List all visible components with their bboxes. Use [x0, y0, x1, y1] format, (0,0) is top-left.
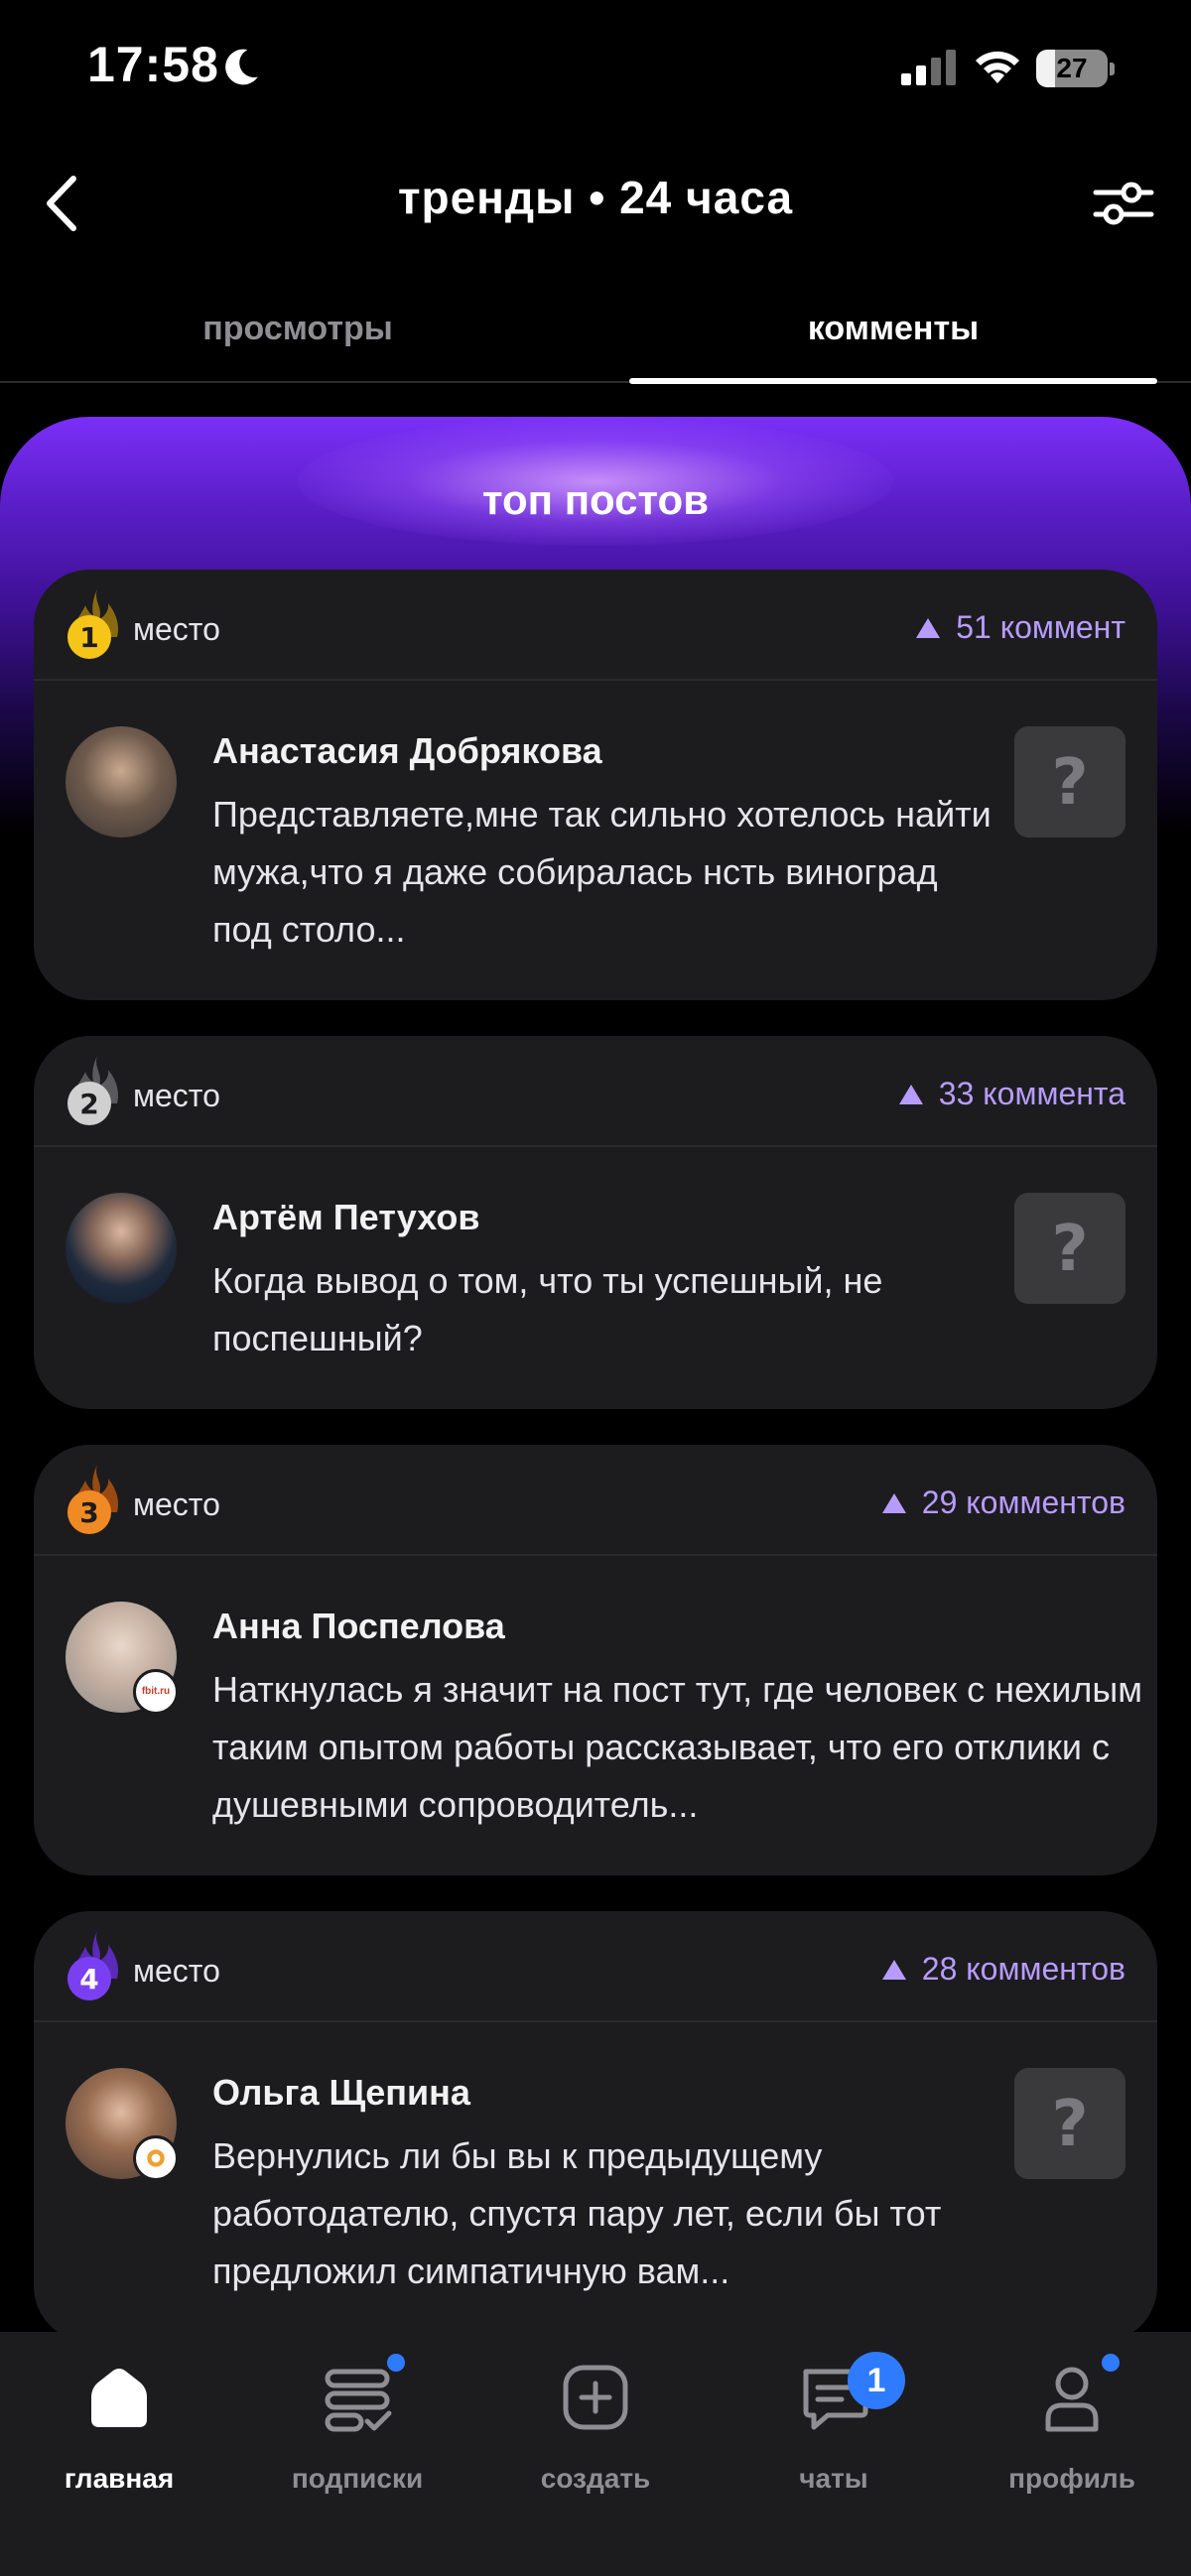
- post-card[interactable]: 1 место 51 коммент Анастасия Добрякова П…: [34, 570, 1157, 1000]
- place-label: место: [133, 1486, 220, 1522]
- svg-text:?: ?: [1051, 2088, 1088, 2161]
- svg-text:2: 2: [79, 1088, 98, 1120]
- question-mark-icon: ?: [1014, 726, 1125, 837]
- avatar[interactable]: [66, 2068, 179, 2181]
- status-time: 17:58: [87, 37, 219, 92]
- subscriptions-icon: [325, 2369, 392, 2432]
- nav-profile[interactable]: профиль: [953, 2354, 1191, 2516]
- author-name[interactable]: Анастасия Добрякова: [212, 730, 602, 772]
- author-name[interactable]: Артём Петухов: [212, 1197, 479, 1238]
- cellular-signal-icon: [901, 50, 956, 85]
- nav-label: создать: [540, 2463, 651, 2494]
- question-mark-icon: ?: [1014, 2068, 1125, 2179]
- status-bar: 17:58 27: [0, 0, 1191, 139]
- comment-count: 51 коммент: [916, 609, 1125, 646]
- nav-home[interactable]: главная: [0, 2358, 238, 2516]
- svg-text:?: ?: [1051, 1213, 1088, 1286]
- nav-subscriptions[interactable]: подписки: [238, 2354, 476, 2516]
- up-triangle-icon: [881, 1492, 906, 1513]
- avatar[interactable]: [66, 1193, 177, 1304]
- rank-4-flame-icon: 4: [67, 1931, 119, 2000]
- tab-comments[interactable]: комменты: [596, 310, 1191, 348]
- tab-views[interactable]: просмотры: [0, 310, 596, 348]
- profile-icon: [1045, 2367, 1099, 2432]
- rank-2-flame-icon: 2: [67, 1056, 119, 1125]
- active-tab-indicator: [629, 378, 1157, 384]
- avatar-badge-icon: [133, 2135, 179, 2181]
- post-card[interactable]: 4 место 28 комментов Ольга Щепина Вернул…: [34, 1911, 1157, 2342]
- question-mark-icon: ?: [1014, 1193, 1125, 1304]
- nav-label: чаты: [799, 2463, 868, 2494]
- post-card[interactable]: 2 место 33 коммента Артём Петухов Когда …: [34, 1036, 1157, 1409]
- wifi-icon: [976, 51, 1019, 83]
- notification-dot: [1102, 2354, 1120, 2372]
- post-text: Наткнулась я значит на пост тут, где чел…: [212, 1669, 1143, 1825]
- avatar[interactable]: fbit.ru: [66, 1602, 179, 1715]
- page-title: тренды • 24 часа: [397, 172, 794, 223]
- rank-3-flame-icon: 3: [67, 1465, 119, 1534]
- place-label: место: [133, 1953, 220, 1989]
- post-text: Вернулись ли бы вы к предыдущему работод…: [212, 2135, 942, 2291]
- nav-chats[interactable]: 1 чаты: [715, 2352, 953, 2516]
- svg-text:3: 3: [79, 1496, 98, 1529]
- comment-count: 28 комментов: [881, 1951, 1125, 1988]
- place-label: место: [133, 1078, 220, 1113]
- nav-label: профиль: [1008, 2463, 1135, 2494]
- post-card[interactable]: 3 место 29 комментов fbit.ru Анна Поспел…: [34, 1445, 1157, 1875]
- rank-1-flame-icon: 1: [67, 589, 119, 659]
- nav-label: подписки: [291, 2463, 424, 2494]
- panel-title: топ постов: [481, 476, 710, 523]
- comment-count: 29 комментов: [881, 1484, 1125, 1521]
- avatar-badge: fbit.ru: [133, 1669, 179, 1715]
- tab-bar: просмотры комменты: [0, 298, 1191, 384]
- up-triangle-icon: [898, 1084, 923, 1104]
- avatar[interactable]: [66, 726, 177, 837]
- battery-icon: 27: [1036, 50, 1115, 87]
- battery-level: 27: [1056, 53, 1088, 83]
- author-name[interactable]: Анна Поспелова: [212, 1606, 505, 1647]
- place-label: место: [133, 611, 220, 647]
- post-text: Когда вывод о том, что ты успешный, не п…: [212, 1260, 883, 1358]
- plus-square-icon: [563, 2365, 628, 2430]
- home-icon: [91, 2369, 147, 2427]
- nav-create[interactable]: создать: [476, 2358, 715, 2516]
- svg-text:4: 4: [79, 1963, 98, 1996]
- svg-text:?: ?: [1051, 746, 1088, 820]
- unread-badge: 1: [848, 2352, 905, 2409]
- author-name[interactable]: Ольга Щепина: [212, 2072, 470, 2114]
- notification-dot: [387, 2354, 405, 2372]
- up-triangle-icon: [916, 617, 941, 638]
- nav-label: главная: [64, 2463, 175, 2494]
- post-text: Представляете,мне так сильно хотелось на…: [212, 794, 992, 950]
- comment-count: 33 коммента: [898, 1076, 1125, 1112]
- moon-icon: [225, 49, 258, 85]
- filter-settings-icon[interactable]: [1092, 175, 1155, 230]
- svg-text:1: 1: [79, 621, 98, 654]
- bottom-navigation: главная подписки создать 1 чаты профиль: [0, 2332, 1191, 2576]
- up-triangle-icon: [881, 1959, 906, 1980]
